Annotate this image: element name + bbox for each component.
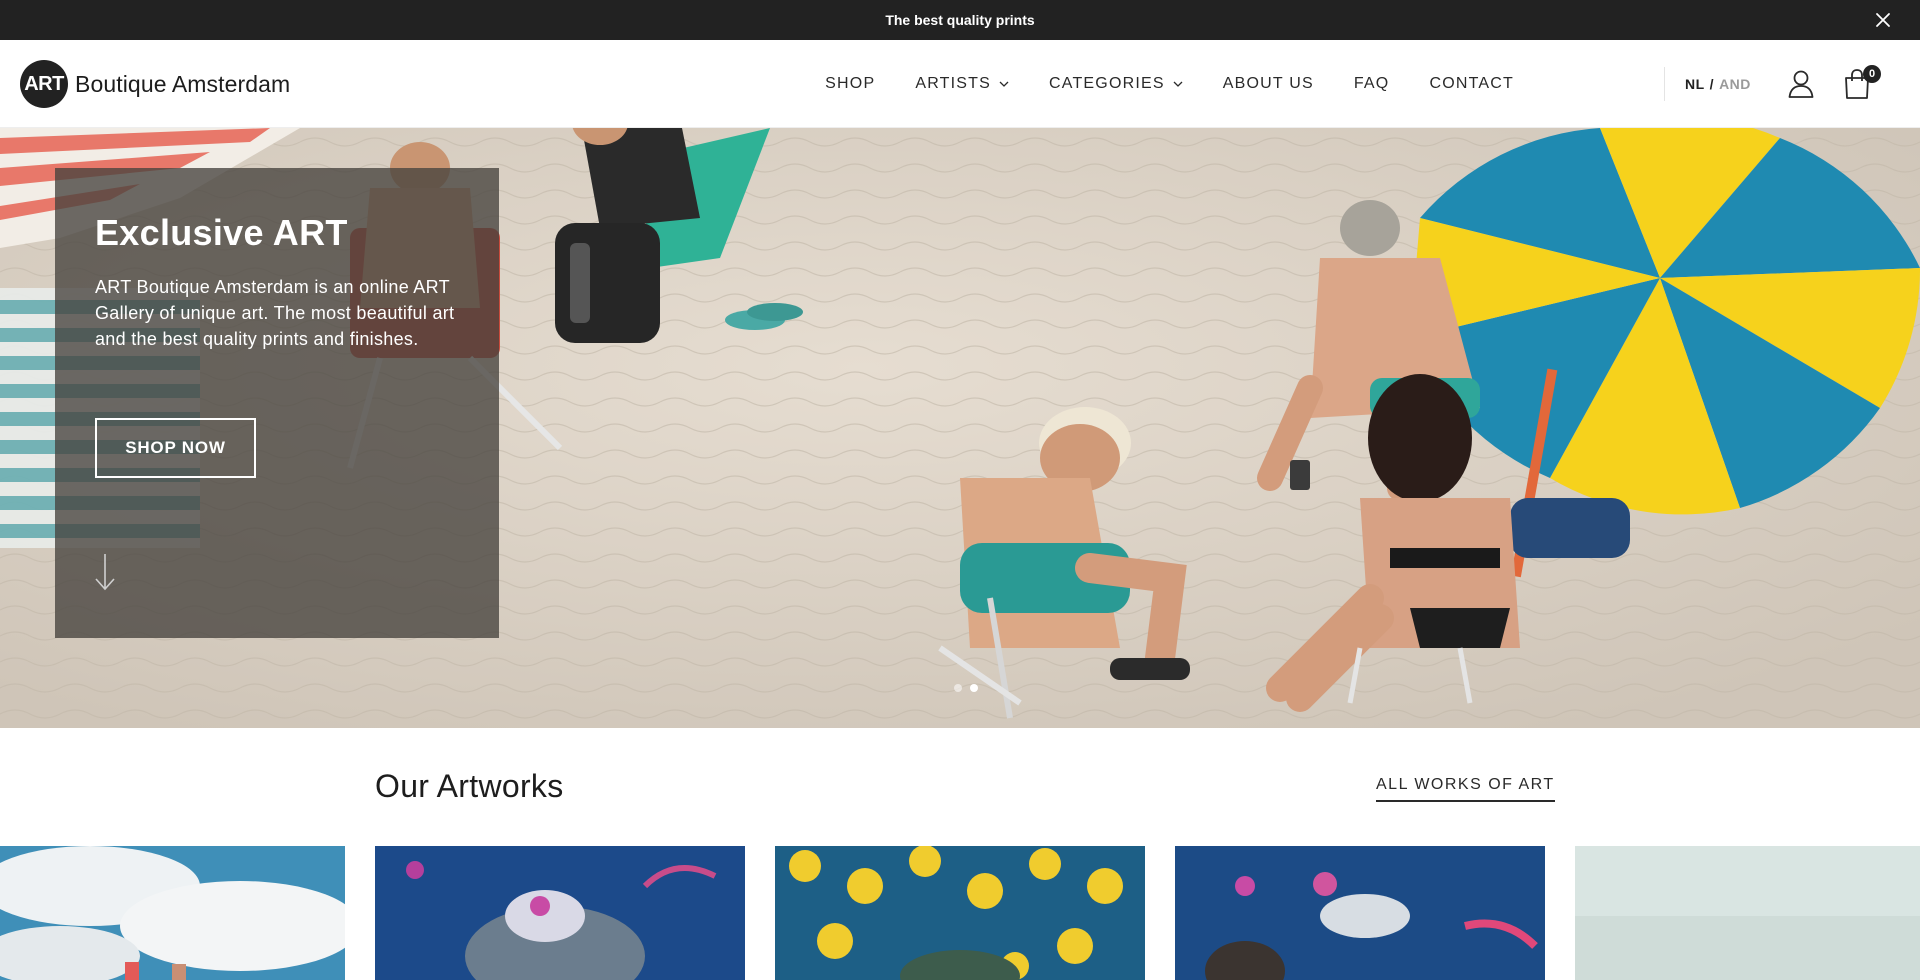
artwork-thumbnail[interactable] [775, 846, 1145, 980]
slider-dots [950, 684, 982, 692]
site-header: ART Boutique Amsterdam SHOP ARTISTS CATE… [0, 40, 1920, 128]
section-title: Our Artworks [375, 768, 564, 804]
nav-item-label: ARTISTS [915, 75, 992, 92]
nav-item-label: SHOP [825, 75, 876, 92]
all-works-link[interactable]: ALL WORKS OF ART [1376, 776, 1555, 802]
artwork-thumbnail[interactable] [0, 846, 345, 980]
arrow-down-icon[interactable] [93, 552, 117, 592]
artwork-thumbnail[interactable] [1175, 846, 1545, 980]
close-icon[interactable] [1872, 9, 1894, 31]
hero-description: ART Boutique Amsterdam is an online ART … [95, 277, 455, 349]
nav-item-label: CONTACT [1429, 75, 1514, 92]
slider-dot[interactable] [954, 684, 962, 692]
slider-dot-active[interactable] [970, 684, 978, 692]
nav-divider [1664, 67, 1665, 101]
hero-card: Exclusive ART ART Boutique Amsterdam is … [55, 168, 499, 638]
nav-item-about-us[interactable]: ABOUT US [1223, 75, 1314, 93]
hero-title: Exclusive ART [95, 212, 348, 253]
artworks-carousel [0, 846, 1920, 980]
nav-item-shop[interactable]: SHOP [825, 75, 875, 93]
nav-item-artists[interactable]: ARTISTS [915, 75, 1009, 93]
nav-item-label: ABOUT US [1222, 75, 1314, 92]
language-nl[interactable]: NL [1685, 76, 1705, 92]
language-separator: / [1709, 76, 1715, 92]
nav-item-contact[interactable]: CONTACT [1429, 75, 1514, 93]
hero-slider: Exclusive ART ART Boutique Amsterdam is … [0, 128, 1920, 728]
cart-count-badge: 0 [1863, 65, 1881, 83]
chevron-down-icon [1173, 81, 1183, 87]
nav-item-faq[interactable]: FAQ [1354, 75, 1390, 93]
artwork-thumbnail[interactable] [375, 846, 745, 980]
announcement-bar: The best quality prints [0, 0, 1920, 40]
site-logo[interactable]: ART Boutique Amsterdam [20, 59, 290, 109]
language-switcher: NL / AND [1685, 40, 1751, 128]
user-icon[interactable] [1787, 69, 1815, 99]
logo-text: Boutique Amsterdam [75, 70, 291, 97]
nav-item-label: CATEGORIES [1049, 75, 1165, 92]
announcement-text: The best quality prints [885, 12, 1035, 28]
nav-item-label: FAQ [1353, 75, 1390, 92]
language-alternate[interactable]: AND [1719, 76, 1751, 92]
main-nav: SHOP ARTISTS CATEGORIES ABOUT US FAQ CON… [825, 40, 1514, 128]
shop-now-button[interactable]: SHOP NOW [95, 418, 256, 478]
nav-item-categories[interactable]: CATEGORIES [1049, 75, 1183, 93]
chevron-down-icon [999, 81, 1009, 87]
artwork-thumbnail[interactable] [1575, 846, 1920, 980]
logo-mark: ART [20, 60, 68, 108]
